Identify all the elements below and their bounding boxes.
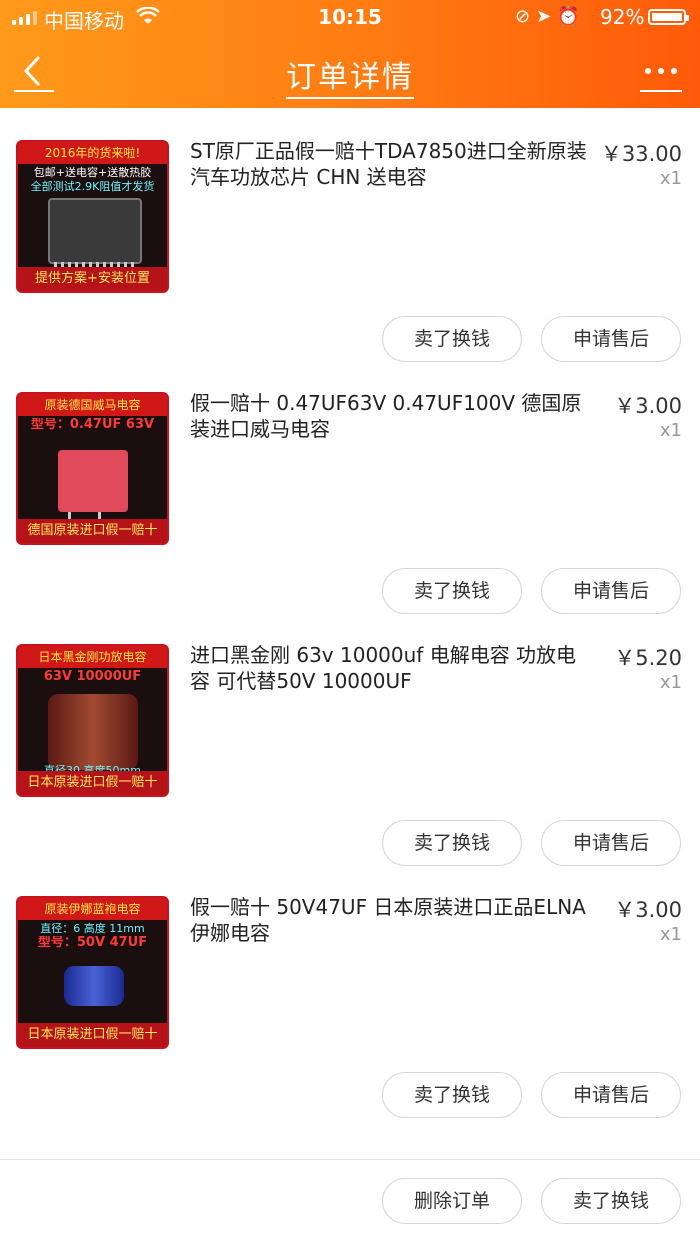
- product-image[interactable]: 原装德国威马电容 型号：0.47UF 63V 德国原装进口假一赔十: [16, 392, 169, 545]
- product-price: ￥5.20: [614, 646, 682, 670]
- product-title[interactable]: 进口黑金刚 63v 10000uf 电解电容 功放电容 可代替50V 10000…: [190, 642, 590, 694]
- product-price: ￥3.00: [614, 898, 682, 922]
- sell-button[interactable]: 卖了换钱: [382, 820, 522, 866]
- product-image[interactable]: 2016年的货来啦! 包邮+送电容+送散热胶 全部测试2.9K阻值才发货 提供方…: [16, 140, 169, 293]
- after-sale-button[interactable]: 申请售后: [541, 568, 681, 614]
- product-image[interactable]: 日本黑金刚功放电容 63V 10000UF 直径30 高度50mm 日本原装进口…: [16, 644, 169, 797]
- more-icon: [645, 68, 677, 74]
- order-item: 2016年的货来啦! 包邮+送电容+送散热胶 全部测试2.9K阻值才发货 提供方…: [0, 108, 700, 362]
- after-sale-button[interactable]: 申请售后: [541, 1072, 681, 1118]
- battery-percent: 92%: [600, 5, 645, 29]
- order-item: 日本黑金刚功放电容 63V 10000UF 直径30 高度50mm 日本原装进口…: [0, 612, 700, 866]
- product-price: ￥3.00: [614, 394, 682, 418]
- more-button[interactable]: [640, 52, 682, 92]
- status-time: 10:15: [318, 5, 382, 29]
- battery-icon: [648, 9, 689, 25]
- product-price: ￥33.00: [600, 142, 682, 166]
- order-item: 原装德国威马电容 型号：0.47UF 63V 德国原装进口假一赔十 假一赔十 0…: [0, 360, 700, 614]
- after-sale-button[interactable]: 申请售后: [541, 820, 681, 866]
- sell-button[interactable]: 卖了换钱: [382, 1072, 522, 1118]
- product-quantity: x1: [659, 672, 682, 693]
- product-quantity: x1: [659, 924, 682, 945]
- page-title: 订单详情: [0, 52, 700, 99]
- status-icons: ⊘➤⏰: [515, 6, 586, 27]
- orientation-lock-icon: ⊘: [515, 6, 537, 27]
- sell-button[interactable]: 卖了换钱: [382, 316, 522, 362]
- product-image[interactable]: 原装伊娜蓝袍电容 直径：6 高度 11mm 型号：50V 47UF 日本原装进口…: [16, 896, 169, 1049]
- after-sale-button[interactable]: 申请售后: [541, 316, 681, 362]
- divider: [0, 1159, 700, 1160]
- header: 中国移动 10:15 ⊘➤⏰ 92% 订单详情: [0, 0, 700, 108]
- product-title[interactable]: 假一赔十 50V47UF 日本原装进口正品ELNA伊娜电容: [190, 894, 590, 946]
- order-item: 原装伊娜蓝袍电容 直径：6 高度 11mm 型号：50V 47UF 日本原装进口…: [0, 864, 700, 1118]
- product-title[interactable]: 假一赔十 0.47UF63V 0.47UF100V 德国原装进口威马电容: [190, 390, 590, 442]
- product-title[interactable]: ST原厂正品假一赔十TDA7850进口全新原装汽车功放芯片 CHN 送电容: [190, 138, 590, 190]
- status-bar: 中国移动 10:15 ⊘➤⏰ 92%: [0, 0, 700, 36]
- product-quantity: x1: [659, 168, 682, 189]
- alarm-icon: ⏰: [557, 6, 586, 27]
- delete-order-button[interactable]: 删除订单: [382, 1178, 522, 1224]
- sell-button[interactable]: 卖了换钱: [382, 568, 522, 614]
- product-quantity: x1: [659, 420, 682, 441]
- location-icon: ➤: [536, 6, 558, 27]
- sell-order-button[interactable]: 卖了换钱: [541, 1178, 681, 1224]
